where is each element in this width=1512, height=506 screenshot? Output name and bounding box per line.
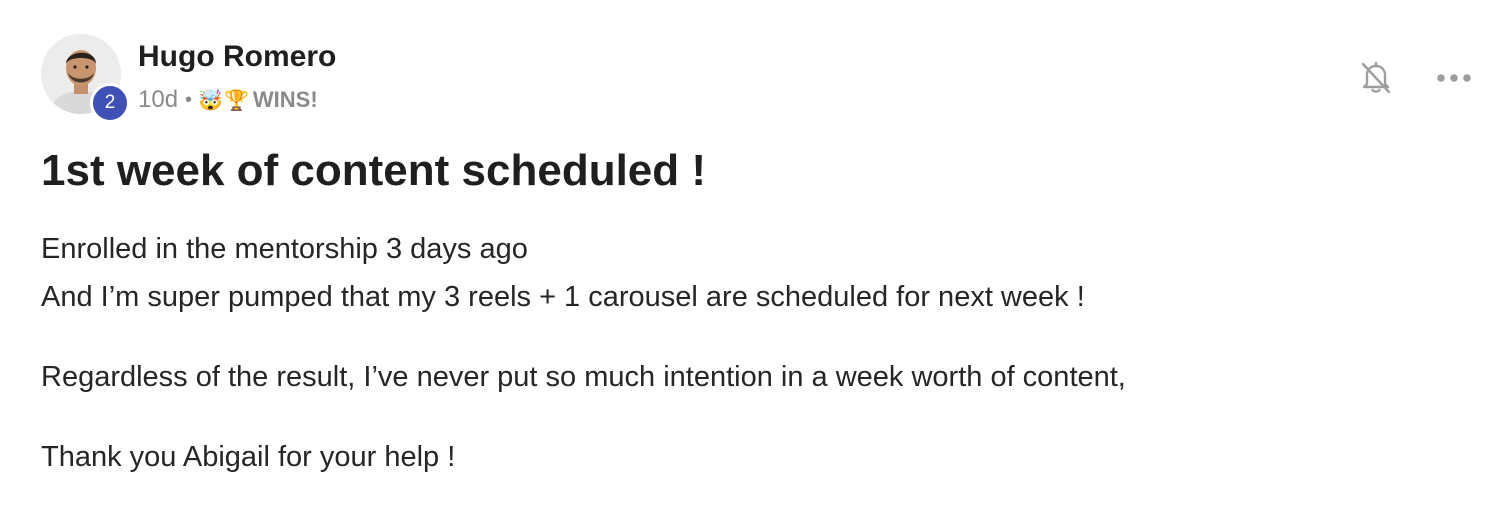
post-card: 2 Hugo Romero 10d • 🤯 🏆 WINS! 1st week o… xyxy=(0,0,1512,506)
author-name[interactable]: Hugo Romero xyxy=(138,40,336,74)
post-body-line-2: And I’m super pumped that my 3 reels + 1… xyxy=(41,281,1085,313)
trophy-icon: 🏆 xyxy=(223,88,249,112)
category-label[interactable]: WINS! xyxy=(253,87,318,113)
meta-separator: • xyxy=(185,88,193,111)
post-time-ago[interactable]: 10d xyxy=(138,86,178,114)
post-body-line-3: Regardless of the result, I’ve never put… xyxy=(41,361,1126,393)
post-meta: 10d • 🤯 🏆 WINS! xyxy=(138,84,318,116)
author-avatar-wrapper[interactable]: 2 xyxy=(41,34,130,123)
post-title: 1st week of content scheduled ! xyxy=(41,146,707,195)
notifications-toggle-button[interactable] xyxy=(1356,57,1396,97)
more-horizontal-icon xyxy=(1437,74,1471,82)
category-emoji: 🤯 🏆 xyxy=(198,88,249,112)
post-body-line-1: Enrolled in the mentorship 3 days ago xyxy=(41,233,528,265)
more-options-button[interactable] xyxy=(1434,60,1474,96)
post-body-line-4: Thank you Abigail for your help ! xyxy=(41,441,456,473)
level-badge: 2 xyxy=(90,83,130,123)
exploding-head-icon: 🤯 xyxy=(198,88,223,112)
bell-off-icon xyxy=(1361,61,1391,94)
